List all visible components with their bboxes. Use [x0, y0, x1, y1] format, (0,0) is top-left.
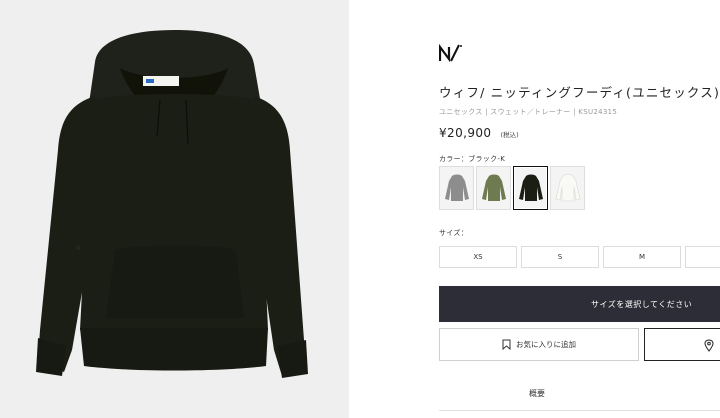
tab-overview[interactable]: 概要	[529, 388, 545, 399]
price: ¥20,900 (税込)	[439, 122, 519, 141]
size-options: XS S M	[439, 246, 720, 268]
swatch-gray[interactable]	[439, 166, 474, 210]
tabs-divider	[439, 410, 720, 411]
swatch-black[interactable]	[513, 166, 548, 210]
favorite-label: お気に入りに追加	[516, 340, 576, 349]
bookmark-icon	[502, 339, 511, 350]
khaki-hoodie-thumbnail	[481, 174, 506, 201]
brand-logo[interactable]	[438, 43, 463, 63]
color-swatches	[439, 166, 585, 210]
hoodie-photo: N	[36, 30, 308, 378]
color-label: カラー：ブラック-K	[439, 155, 506, 163]
brand-logo-mark	[438, 43, 462, 63]
product-info-panel: ウィフ/ ニッティングフーディ(ユニセックス) ユニセックス | スウェット／ト…	[438, 0, 720, 418]
white-hoodie-thumbnail	[555, 174, 580, 202]
size-label: サイズ：	[439, 229, 468, 237]
size-m-button[interactable]: M	[603, 246, 681, 268]
swatch-white[interactable]	[550, 166, 585, 210]
size-xs-button[interactable]: XS	[439, 246, 517, 268]
size-l-button[interactable]	[685, 246, 720, 268]
black-hoodie-thumbnail	[518, 174, 543, 201]
gray-hoodie-thumbnail	[444, 174, 469, 201]
product-image[interactable]: N	[0, 0, 349, 418]
size-s-button[interactable]: S	[521, 246, 599, 268]
tax-note: (税込)	[500, 131, 519, 139]
product-category: ユニセックス | スウェット／トレーナー | KSU24315	[439, 108, 618, 116]
store-stock-button[interactable]	[644, 328, 720, 361]
add-to-favorites-button[interactable]: お気に入りに追加	[439, 328, 639, 361]
product-title: ウィフ/ ニッティングフーディ(ユニセックス)	[439, 85, 720, 100]
location-pin-icon	[704, 339, 714, 352]
price-value: ¥20,900	[439, 126, 492, 140]
svg-text:N: N	[76, 245, 81, 252]
add-to-cart-button[interactable]: サイズを選択してください	[439, 286, 720, 322]
swatch-khaki[interactable]	[476, 166, 511, 210]
